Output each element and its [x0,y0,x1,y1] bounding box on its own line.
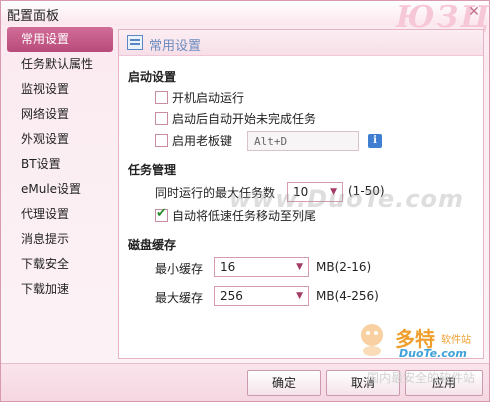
auto-start-label: 开机启动运行 [172,91,245,105]
sidebar-item-security[interactable]: 下载安全 [7,252,113,277]
sidebar: 常用设置 任务默认属性 监视设置 网络设置 外观设置 BT设置 eMule设置 … [7,27,113,361]
auto-start-checkbox[interactable]: 开机启动运行 [155,90,244,106]
checkbox-box[interactable] [155,206,168,222]
title-bar[interactable]: 配置面板 ЮЗЦ ✕ [1,1,489,33]
min-cache-label: 最小缓存 [155,262,204,276]
sidebar-item-proxy[interactable]: 代理设置 [7,202,113,227]
center-watermark: www.DuoTe.com [229,185,464,213]
chevron-down-icon: ▼ [296,262,303,272]
cache-section-title: 磁盘缓存 [128,238,177,252]
config-window: 配置面板 ЮЗЦ ✕ 常用设置 任务默认属性 监视设置 网络设置 外观设置 BT… [0,0,490,402]
tasks-section-title: 任务管理 [128,163,177,177]
mascot-watermark-icon [361,324,383,356]
settings-page-icon [127,35,143,50]
checkbox-box[interactable] [155,134,168,147]
sidebar-item-acceleration[interactable]: 下载加速 [7,277,113,302]
boss-key-input[interactable]: Alt+D [247,131,359,151]
max-cache-select[interactable]: 256 ▼ [214,286,309,306]
min-cache-value: 16 [220,260,236,274]
min-cache-select[interactable]: 16 ▼ [214,257,309,277]
chevron-down-icon: ▼ [296,291,303,301]
sidebar-item-bt[interactable]: BT设置 [7,152,113,177]
min-cache-unit: MB(2-16) [316,260,372,274]
sidebar-item-appearance[interactable]: 外观设置 [7,127,113,152]
boss-key-label: 启用老板键 [172,134,233,148]
auto-resume-label: 启动后自动开始未完成任务 [172,112,317,126]
watermark-brand-sub: 软件站 [441,335,471,346]
startup-section-title: 启动设置 [128,70,177,84]
info-icon[interactable]: i [368,134,382,148]
watermark-url: DuoTe.com [399,347,467,360]
max-cache-label: 最大缓存 [155,291,204,305]
sidebar-item-notifications[interactable]: 消息提示 [7,227,113,252]
ok-button[interactable]: 确定 [247,370,321,396]
panel-header: 常用设置 [119,30,483,56]
sidebar-item-general[interactable]: 常用设置 [7,27,113,52]
max-cache-value: 256 [220,289,243,303]
panel-title: 常用设置 [149,39,202,54]
close-icon[interactable]: ✕ [467,5,481,19]
checkbox-box[interactable] [155,112,168,125]
auto-resume-checkbox[interactable]: 启动后自动开始未完成任务 [155,111,316,127]
sidebar-item-network[interactable]: 网络设置 [7,102,113,127]
boss-key-checkbox[interactable]: 启用老板键 [155,133,232,149]
checkbox-box[interactable] [155,91,168,104]
max-cache-unit: MB(4-256) [316,289,379,303]
sidebar-item-monitor[interactable]: 监视设置 [7,77,113,102]
watermark-slogan: 国内最安全的软件站 [367,371,476,385]
sidebar-item-emule[interactable]: eMule设置 [7,177,113,202]
window-title: 配置面板 [7,9,60,24]
sidebar-item-task-defaults[interactable]: 任务默认属性 [7,52,113,77]
